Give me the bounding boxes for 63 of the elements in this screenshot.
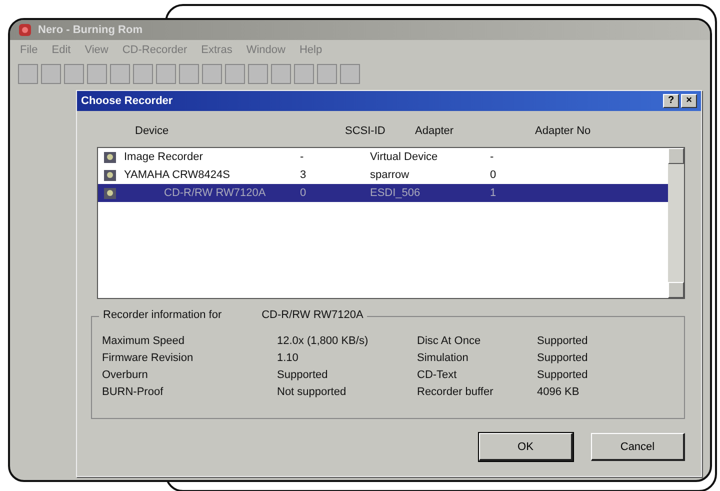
table-cell-text: YAMAHA CRW8424S: [124, 169, 231, 181]
table-cell-text: sparrow: [370, 169, 410, 181]
toolbar-icon[interactable]: [340, 64, 360, 84]
toolbar-icon[interactable]: [202, 64, 222, 84]
info-text: Supported: [537, 335, 589, 347]
drive-icon: [102, 185, 118, 201]
info-text: Supported: [537, 352, 589, 364]
info-text: Not supported: [277, 386, 348, 398]
dialog-title: Choose Recorder: [81, 95, 174, 107]
toolbar-icon[interactable]: [248, 64, 268, 84]
info-text: Simulation: [417, 352, 470, 364]
window-title: Nero - Burning Rom: [38, 24, 142, 36]
toolbar-icon[interactable]: [179, 64, 199, 84]
info-text: 1.10: [277, 352, 300, 364]
table-cell-text: ESDI_506: [370, 187, 422, 199]
table-cell-text: 0: [490, 169, 498, 181]
column-header[interactable]: Device: [135, 125, 345, 137]
column-header[interactable]: Adapter: [415, 125, 535, 137]
scrollbar[interactable]: [668, 148, 684, 298]
info-text: Maximum Speed: [102, 335, 186, 347]
table-cell-text: 0: [300, 187, 308, 199]
toolbar-icon[interactable]: [133, 64, 153, 84]
toolbar-icon[interactable]: [156, 64, 176, 84]
column-header[interactable]: Adapter No: [535, 125, 635, 137]
ok-button[interactable]: OK: [479, 433, 573, 461]
toolbar-icon[interactable]: [317, 64, 337, 84]
info-text: 4096 KB: [537, 386, 580, 398]
group-device: CD-R/RW RW7120A: [262, 309, 364, 321]
toolbar-icon[interactable]: [294, 64, 314, 84]
toolbar-icon[interactable]: [64, 64, 84, 84]
table-cell-text: -: [490, 151, 495, 163]
group-label: Recorder information for: [103, 309, 222, 321]
table-cell-text: Image Recorder: [124, 151, 204, 163]
info-text: 12.0x (1,800 KB/s): [277, 335, 370, 347]
toolbar-icon[interactable]: [271, 64, 291, 84]
app-icon: [18, 23, 32, 37]
recorder-row[interactable]: CD-R/RW RW7120A 0 ESDI_506 1: [98, 184, 668, 202]
info-text: BURN-Proof: [102, 386, 164, 398]
info-text: Disc At Once: [417, 335, 482, 347]
info-text: Supported: [537, 369, 589, 381]
info-text: Firmware Revision: [102, 352, 194, 364]
toolbar-icon[interactable]: [225, 64, 245, 84]
info-text: Overburn: [102, 369, 149, 381]
info-text: Supported: [277, 369, 329, 381]
drive-icon: [102, 167, 118, 183]
toolbar-icon[interactable]: [41, 64, 61, 84]
column-header[interactable]: SCSI-ID: [345, 125, 415, 137]
table-cell-text: Virtual Device: [370, 151, 439, 163]
recorder-row[interactable]: YAMAHA CRW8424S 3 sparrow 0: [98, 166, 668, 184]
info-text: CD-Text: [417, 369, 458, 381]
table-cell-text: -: [300, 151, 305, 163]
drive-icon: [102, 149, 118, 165]
toolbar-icon[interactable]: [18, 64, 38, 84]
table-cell-text: 3: [300, 169, 308, 181]
toolbar-icon[interactable]: [110, 64, 130, 84]
info-text: Recorder buffer: [417, 386, 494, 398]
table-cell-text: CD-R/RW RW7120A: [163, 187, 267, 199]
recorder-row[interactable]: Image Recorder - Virtual Device -: [98, 148, 668, 166]
help-button[interactable]: ?: [663, 94, 679, 108]
close-button[interactable]: ×: [681, 94, 697, 108]
toolbar-icon[interactable]: [87, 64, 107, 84]
cancel-button[interactable]: Cancel: [591, 433, 685, 461]
table-cell-text: 1: [490, 187, 498, 199]
